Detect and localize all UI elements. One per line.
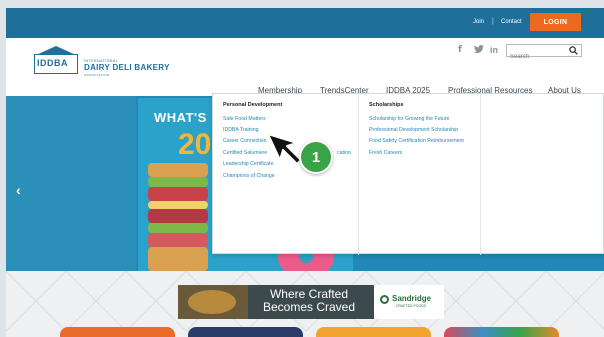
sandridge-ad-banner[interactable]: Where Crafted Becomes Craved Sandridge C… bbox=[178, 285, 444, 319]
sandridge-swirl-icon bbox=[380, 295, 389, 304]
menu-item-certified-salumiere[interactable]: Certified Salumiere bbox=[223, 150, 267, 156]
feature-tile-orange[interactable] bbox=[60, 327, 175, 337]
topbar-separator: | bbox=[492, 18, 494, 25]
dropdown-heading-personal-development: Personal Development bbox=[223, 102, 283, 108]
menu-item-food-safety-reimbursement[interactable]: Food Safety Certification Reimbursement bbox=[369, 138, 464, 144]
menu-item-champions-of-change[interactable]: Champions of Change bbox=[223, 173, 275, 179]
logo-tagline-bottom: ASSOCIATION bbox=[84, 73, 110, 77]
ad-headline-line2: Becomes Craved bbox=[262, 300, 356, 314]
ad-brand-sub: CRAFTED FOODS bbox=[396, 304, 426, 308]
feature-tile-navy[interactable] bbox=[188, 327, 303, 337]
ad-brand: Sandridge bbox=[392, 294, 432, 303]
contact-link[interactable]: Contact bbox=[501, 19, 522, 25]
iddba-logo[interactable]: IDDBA INTERNATIONAL DAIRY DELI BAKERY AS… bbox=[34, 46, 174, 78]
twitter-icon[interactable] bbox=[474, 45, 484, 56]
search-box bbox=[506, 44, 582, 63]
search-icon[interactable] bbox=[569, 46, 578, 55]
ad-headline: Where Crafted Becomes Craved bbox=[261, 288, 357, 314]
ad-food-image bbox=[178, 285, 248, 319]
login-button[interactable]: LOGIN bbox=[530, 13, 581, 31]
linkedin-icon[interactable]: in bbox=[490, 45, 498, 55]
carousel-prev-icon[interactable]: ‹ bbox=[16, 182, 21, 198]
step-number-badge: 1 bbox=[299, 140, 333, 174]
facebook-icon[interactable]: f bbox=[458, 45, 462, 55]
poster-number: 20 bbox=[178, 128, 212, 161]
site-header: IDDBA INTERNATIONAL DAIRY DELI BAKERY AS… bbox=[6, 38, 604, 96]
dropdown-column-personal-development: Personal Development Safe Food Matters I… bbox=[213, 94, 359, 255]
menu-item-partial-text[interactable]: cation bbox=[337, 150, 351, 156]
feature-tile-multicolor[interactable] bbox=[444, 327, 559, 337]
page: Join | Contact LOGIN IDDBA INTERNATIONAL… bbox=[6, 8, 604, 337]
lower-section: Where Crafted Becomes Craved Sandridge C… bbox=[6, 271, 604, 337]
menu-item-career-connection[interactable]: Career Connection bbox=[223, 138, 267, 144]
poster-title: WHAT'S bbox=[154, 110, 207, 125]
ad-logo-area: Sandridge CRAFTED FOODS bbox=[374, 285, 444, 319]
professional-resources-dropdown: Personal Development Safe Food Matters I… bbox=[212, 93, 604, 255]
dropdown-column-scholarships: Scholarships Scholarship for Growing the… bbox=[359, 94, 481, 255]
menu-item-professional-development-scholarship[interactable]: Professional Development Scholarship bbox=[369, 127, 458, 133]
top-utility-bar: Join | Contact LOGIN bbox=[6, 8, 604, 38]
dropdown-heading-scholarships: Scholarships bbox=[369, 102, 404, 108]
logo-abbr: IDDBA bbox=[37, 58, 68, 68]
logo-name: DAIRY DELI BAKERY bbox=[84, 63, 170, 72]
pointer-arrow-icon bbox=[267, 133, 302, 165]
sandwich-illustration bbox=[148, 163, 208, 271]
join-link[interactable]: Join bbox=[473, 19, 484, 25]
search-input[interactable] bbox=[507, 51, 562, 63]
feature-tile-amber[interactable] bbox=[316, 327, 431, 337]
twitter-bird-icon bbox=[474, 45, 484, 54]
menu-item-iddba-training[interactable]: IDDBA Training bbox=[223, 127, 258, 133]
menu-item-scholarship-growing-future[interactable]: Scholarship for Growing the Future bbox=[369, 116, 449, 122]
menu-item-fresh-careers[interactable]: Fresh Careers bbox=[369, 150, 402, 156]
menu-item-safe-food-matters[interactable]: Safe Food Matters bbox=[223, 116, 266, 122]
hero-left-panel bbox=[6, 96, 136, 271]
